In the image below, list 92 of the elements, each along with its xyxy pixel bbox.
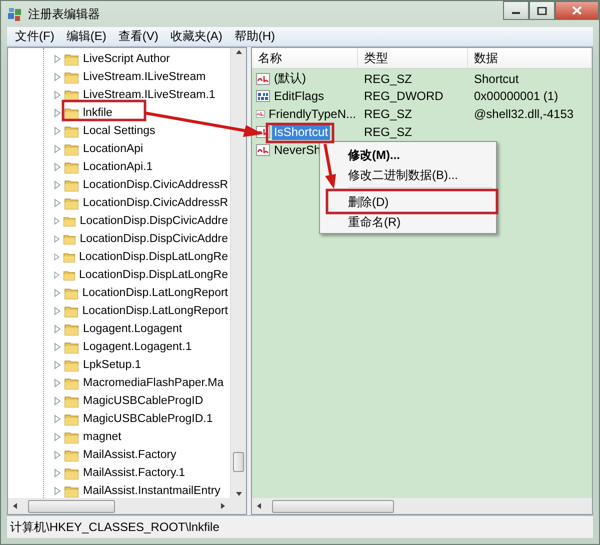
tree-item[interactable]: MailAssist.Factory.1	[81, 467, 188, 479]
maximize-icon	[537, 6, 547, 14]
tree-item[interactable]: MacromediaFlashPaper.Ma	[81, 377, 226, 389]
scrollbar-thumb[interactable]	[28, 500, 115, 513]
string-value-icon	[256, 143, 270, 157]
value-data: 0x00000001 (1)	[474, 89, 558, 103]
menu-item[interactable]: 重命名(R)	[322, 211, 494, 231]
tree-item[interactable]: LiveStream.ILiveStream	[81, 71, 208, 83]
folder-icon	[64, 304, 78, 318]
tree-item[interactable]: LocationDisp.CivicAddressR	[80, 179, 230, 191]
value-name[interactable]: (默认)	[272, 69, 308, 88]
folder-icon	[62, 232, 76, 246]
tree-item[interactable]: MailAssist.Factory	[81, 449, 178, 461]
folder-icon	[64, 124, 79, 138]
close-button[interactable]	[555, 1, 599, 20]
folder-icon	[64, 412, 79, 426]
folder-icon	[64, 484, 79, 498]
tree-item[interactable]: Logagent.Logagent	[81, 323, 184, 335]
folder-icon	[64, 340, 79, 354]
tree-item[interactable]: LocationDisp.LatLongReport	[80, 305, 230, 317]
value-data: @shell32.dll,-4153	[474, 107, 574, 121]
value-type: REG_SZ	[364, 107, 412, 121]
folder-icon	[64, 358, 79, 372]
value-name[interactable]: EditFlags	[272, 88, 326, 104]
column-header[interactable]: 类型	[358, 48, 468, 68]
tree-item[interactable]: LiveScript Author	[81, 53, 172, 65]
close-icon	[572, 6, 582, 15]
folder-icon	[64, 376, 79, 390]
tree-item[interactable]: LocationApi	[81, 143, 146, 155]
menu-item[interactable]: 编辑(E)	[60, 28, 112, 46]
arrow	[324, 144, 336, 189]
menu-item[interactable]: 收藏夹(A)	[164, 28, 228, 46]
menu-item[interactable]: 文件(F)	[9, 28, 60, 46]
maximize-button[interactable]	[529, 1, 555, 20]
scrollbar-thumb[interactable]	[233, 452, 244, 472]
vertical-scrollbar[interactable]	[230, 48, 246, 498]
scroll-right-icon[interactable]	[219, 502, 227, 510]
binary-value-icon	[256, 89, 270, 103]
app-icon	[7, 6, 23, 22]
tree-item[interactable]: MagicUSBCableProgID.1	[81, 413, 215, 425]
folder-icon	[64, 430, 79, 444]
tree-item[interactable]: LiveStream.ILiveStream.1	[81, 89, 218, 101]
highlight-box	[266, 122, 334, 144]
folder-icon	[64, 178, 79, 192]
folder-icon	[62, 214, 76, 228]
tree-item[interactable]: LocationDisp.DispLatLongRe	[77, 251, 230, 263]
folder-icon	[64, 160, 79, 174]
folder-icon	[64, 322, 79, 336]
menu-item[interactable]: 修改二进制数据(B)...	[322, 164, 494, 184]
tree-item[interactable]: Logagent.Logagent.1	[81, 341, 194, 353]
scroll-left-icon[interactable]	[255, 502, 263, 510]
tree-item[interactable]: Local Settings	[81, 125, 158, 137]
folder-icon	[64, 286, 78, 300]
value-name[interactable]: NeverSh	[272, 142, 323, 158]
column-header[interactable]: 数据	[468, 48, 592, 68]
folder-icon	[64, 448, 79, 462]
folder-icon	[64, 142, 79, 156]
minimize-button[interactable]	[503, 1, 529, 20]
value-type: REG_SZ	[364, 72, 412, 86]
menu-item[interactable]: 删除(D)	[322, 191, 494, 211]
tree-item[interactable]: LocationDisp.DispLatLongRe	[77, 269, 230, 281]
tree-item[interactable]: LpkSetup.1	[81, 359, 144, 371]
status-path: 计算机\HKEY_CLASSES_ROOT\lnkfile	[10, 518, 220, 536]
string-value-icon	[256, 72, 270, 86]
horizontal-scrollbar[interactable]	[252, 498, 592, 514]
tree-item[interactable]: magnet	[81, 431, 124, 443]
tree-item[interactable]: LocationApi.1	[81, 161, 155, 173]
folder-icon	[64, 394, 79, 408]
value-name[interactable]: FriendlyTypeN...	[266, 106, 358, 122]
tree-item[interactable]: LocationDisp.LatLongReport	[80, 287, 230, 299]
tree-item[interactable]: LocationDisp.DispCivicAddre	[78, 233, 230, 245]
tree-item[interactable]: LocationDisp.CivicAddressR	[80, 197, 230, 209]
scrollbar-thumb[interactable]	[272, 500, 394, 513]
window-title: 注册表编辑器	[28, 6, 100, 22]
tree-item[interactable]: MailAssist.InstantmailEntry	[81, 485, 222, 497]
tree-item[interactable]: MagicUSBCableProgID	[81, 395, 206, 407]
scroll-left-icon[interactable]	[11, 502, 19, 510]
tree-item[interactable]: LocationDisp.DispCivicAddre	[78, 215, 230, 227]
folder-icon	[64, 106, 79, 120]
value-data: Shortcut	[474, 72, 519, 86]
folder-icon	[64, 466, 79, 480]
menu-item[interactable]: 修改(M)...	[322, 144, 494, 164]
folder-icon	[64, 196, 79, 210]
column-header[interactable]: 名称	[252, 48, 358, 68]
folder-icon	[64, 52, 79, 66]
menu-item[interactable]: 查看(V)	[112, 28, 164, 46]
value-type: REG_SZ	[364, 125, 412, 139]
menu-item[interactable]: 帮助(H)	[228, 28, 281, 46]
value-type: REG_DWORD	[364, 89, 444, 103]
folder-icon	[64, 88, 79, 102]
horizontal-scrollbar[interactable]	[8, 498, 230, 514]
folder-icon	[64, 70, 79, 84]
